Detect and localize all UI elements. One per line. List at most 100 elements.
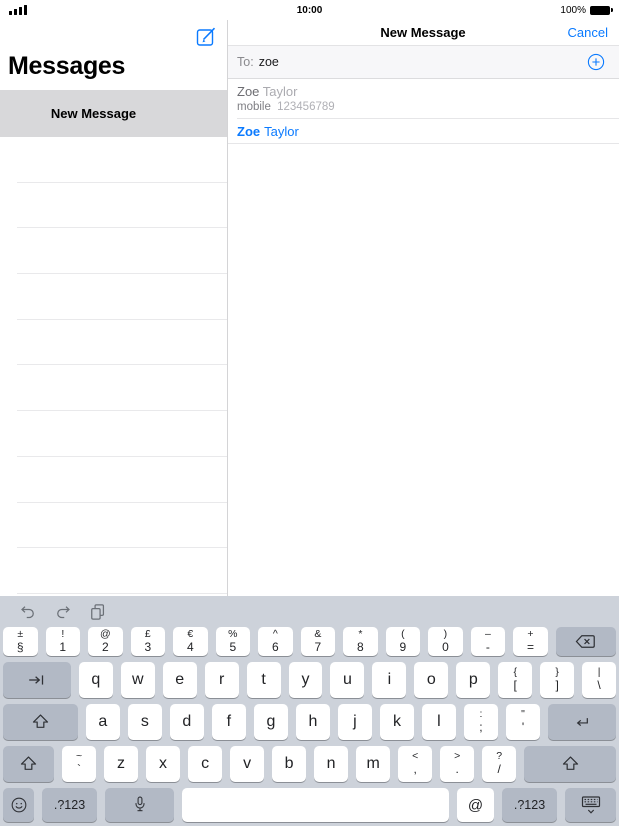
keyboard-toolbar <box>3 596 616 627</box>
list-row <box>17 320 227 366</box>
cancel-button[interactable]: Cancel <box>568 20 608 45</box>
key-j[interactable]: j <box>338 704 372 740</box>
numbers-key-right[interactable]: .?123 <box>502 788 557 822</box>
key-left-brace[interactable]: {[ <box>498 662 532 698</box>
key-r[interactable]: r <box>205 662 239 698</box>
status-time: 10:00 <box>0 5 619 16</box>
key-h[interactable]: h <box>296 704 330 740</box>
caps-shift-key[interactable] <box>3 704 78 740</box>
mic-icon[interactable] <box>105 788 174 822</box>
to-field-value: zoe <box>259 55 279 69</box>
key-q[interactable]: q <box>79 662 113 698</box>
key-i[interactable]: i <box>372 662 406 698</box>
key-n[interactable]: n <box>314 746 348 782</box>
numbers-key-left[interactable]: .?123 <box>42 788 97 822</box>
list-row <box>17 228 227 274</box>
key-comma[interactable]: <, <box>398 746 432 782</box>
key-s[interactable]: s <box>128 704 162 740</box>
key-l[interactable]: l <box>422 704 456 740</box>
conversation-list <box>0 137 227 594</box>
messages-app-screen: 10:00 100% Messages New Message <box>0 0 619 826</box>
list-row <box>17 411 227 457</box>
search-result-contact[interactable]: Zoe Taylor <box>227 119 619 144</box>
tab-key[interactable] <box>3 662 71 698</box>
battery-status: 100% <box>560 5 613 16</box>
key-quote[interactable]: "' <box>506 704 540 740</box>
split-divider <box>227 0 228 596</box>
key-section[interactable]: ±§ <box>3 627 38 656</box>
list-row <box>17 457 227 503</box>
key-e[interactable]: e <box>163 662 197 698</box>
key-backslash[interactable]: |\ <box>582 662 616 698</box>
key-z[interactable]: z <box>104 746 138 782</box>
keyboard-row-space: .?123 @ .?123 <box>3 788 616 822</box>
key-9[interactable]: (9 <box>386 627 421 656</box>
key-period[interactable]: >. <box>440 746 474 782</box>
key-c[interactable]: c <box>188 746 222 782</box>
emoji-icon[interactable] <box>3 788 34 822</box>
key-m[interactable]: m <box>356 746 390 782</box>
key-t[interactable]: t <box>247 662 281 698</box>
paste-icon[interactable] <box>88 602 108 622</box>
status-bar: 10:00 100% <box>0 0 619 20</box>
key-p[interactable]: p <box>456 662 490 698</box>
key-y[interactable]: y <box>289 662 323 698</box>
onscreen-keyboard: ±§ !1 @2 £3 €4 %5 ^6 &7 *8 (9 )0 –- += <box>0 596 619 826</box>
list-row <box>17 274 227 320</box>
return-key[interactable] <box>548 704 616 740</box>
key-k[interactable]: k <box>380 704 414 740</box>
key-2[interactable]: @2 <box>88 627 123 656</box>
shift-left-key[interactable] <box>3 746 54 782</box>
backspace-key[interactable] <box>556 627 616 656</box>
key-u[interactable]: u <box>330 662 364 698</box>
page-title: Messages <box>0 50 227 90</box>
conversation-sidebar: Messages New Message <box>0 20 227 596</box>
add-contact-icon[interactable] <box>587 53 605 71</box>
key-6[interactable]: ^6 <box>258 627 293 656</box>
at-key[interactable]: @ <box>457 788 494 822</box>
key-x[interactable]: x <box>146 746 180 782</box>
list-row <box>17 183 227 229</box>
key-8[interactable]: *8 <box>343 627 378 656</box>
keyboard-row-numbers: ±§ !1 @2 £3 €4 %5 ^6 &7 *8 (9 )0 –- += <box>3 627 616 656</box>
key-7[interactable]: &7 <box>301 627 336 656</box>
sidebar-item-label: New Message <box>51 106 136 121</box>
key-g[interactable]: g <box>254 704 288 740</box>
key-4[interactable]: €4 <box>173 627 208 656</box>
key-b[interactable]: b <box>272 746 306 782</box>
contact-suggestion[interactable]: Zoe Taylor mobile 123456789 <box>237 79 619 119</box>
key-o[interactable]: o <box>414 662 448 698</box>
key-right-brace[interactable]: }] <box>540 662 574 698</box>
list-row <box>17 365 227 411</box>
panel-header: New Message Cancel <box>227 20 619 46</box>
key-f[interactable]: f <box>212 704 246 740</box>
key-0[interactable]: )0 <box>428 627 463 656</box>
to-field[interactable]: To: zoe <box>227 46 619 79</box>
space-key[interactable] <box>182 788 449 822</box>
keyboard-row-home: a s d f g h j k l :; "' <box>3 704 616 740</box>
dismiss-keyboard-icon[interactable] <box>565 788 616 822</box>
contact-phone: mobile 123456789 <box>237 101 619 113</box>
key-dash[interactable]: –- <box>471 627 506 656</box>
undo-icon[interactable] <box>18 602 38 622</box>
key-equals[interactable]: += <box>513 627 548 656</box>
key-semicolon[interactable]: :; <box>464 704 498 740</box>
compose-icon[interactable] <box>193 23 219 49</box>
key-slash[interactable]: ?/ <box>482 746 516 782</box>
key-1[interactable]: !1 <box>46 627 81 656</box>
key-a[interactable]: a <box>86 704 120 740</box>
battery-icon <box>590 6 610 15</box>
key-d[interactable]: d <box>170 704 204 740</box>
key-v[interactable]: v <box>230 746 264 782</box>
sidebar-item-new-message[interactable]: New Message <box>0 90 227 137</box>
contact-name: Zoe Taylor <box>237 84 619 99</box>
new-message-panel: New Message Cancel To: zoe Zoe Taylor <box>227 20 619 596</box>
keyboard-row-qwerty: q w e r t y u i o p {[ }] |\ <box>3 662 616 698</box>
shift-right-key[interactable] <box>524 746 616 782</box>
to-field-label: To: <box>237 55 254 69</box>
key-3[interactable]: £3 <box>131 627 166 656</box>
key-5[interactable]: %5 <box>216 627 251 656</box>
redo-icon[interactable] <box>53 602 73 622</box>
key-backtick[interactable]: ~` <box>62 746 96 782</box>
key-w[interactable]: w <box>121 662 155 698</box>
